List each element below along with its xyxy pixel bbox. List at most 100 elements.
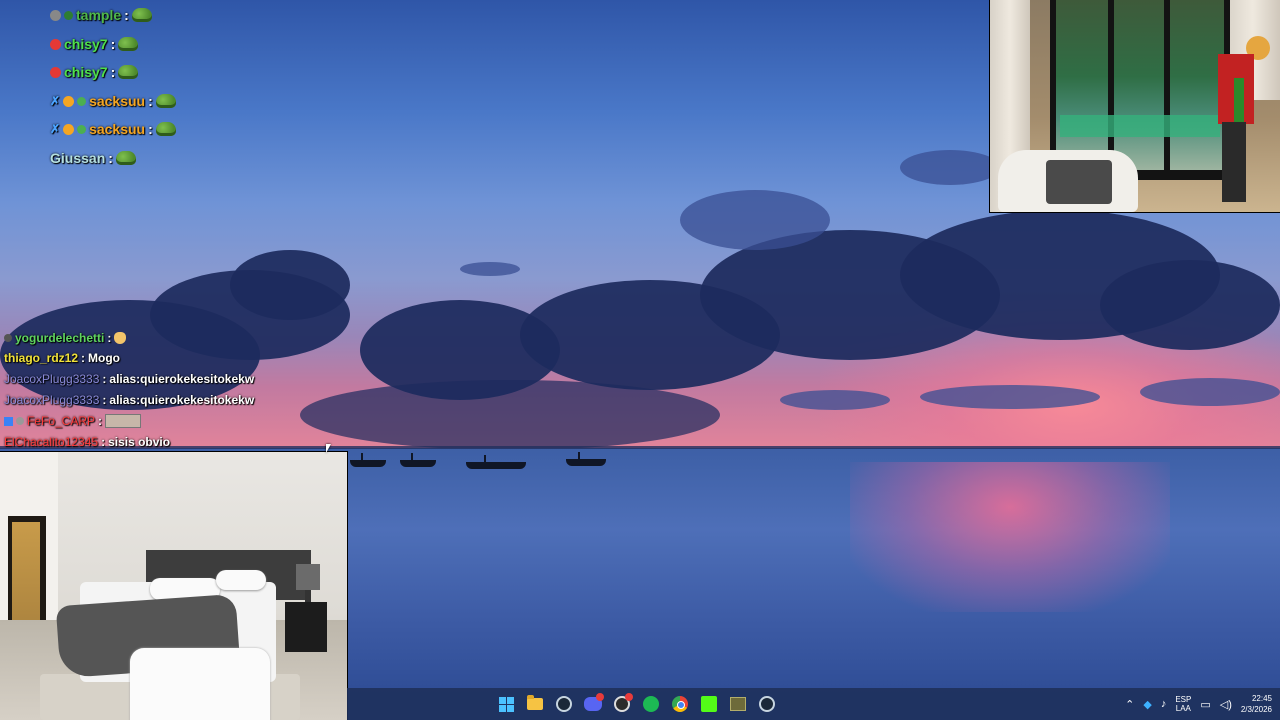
cloud <box>460 262 520 276</box>
badge-icon <box>4 416 13 426</box>
chat-message: Giussan: <box>50 150 136 166</box>
steam-icon <box>556 696 572 712</box>
taskbar: ⌃ ◆ ♪ ESP LAA ▭ ◁) 22:45 2/3/2026 <box>347 688 1280 720</box>
speaker-icon[interactable]: ◁) <box>1220 698 1232 711</box>
badge-icon <box>50 38 61 50</box>
boat <box>466 455 526 469</box>
chat-message: chisy7: <box>50 64 139 80</box>
pepe-emote-icon <box>115 151 136 165</box>
chat-message: yogurdelechetti : <box>4 331 127 345</box>
chat-message: JoacoxPlugg3333: alias:quierokekesitokek… <box>4 393 254 407</box>
chrome-icon <box>672 696 688 712</box>
chat-separator: : <box>148 93 153 109</box>
steam-button[interactable] <box>553 693 575 715</box>
badge-icon <box>77 96 87 106</box>
lamp <box>296 564 320 590</box>
chat-text: Mogo <box>88 351 121 365</box>
sword-badge-icon: ✗ <box>50 122 61 136</box>
pool <box>1060 115 1220 137</box>
badge-icon <box>63 95 75 107</box>
badge-icon <box>77 124 87 134</box>
keyboard-layout: LAA <box>1175 704 1191 713</box>
badge-icon <box>64 10 73 20</box>
chat-separator: : <box>81 351 86 365</box>
cloud <box>300 380 720 450</box>
windows-icon <box>498 696 514 712</box>
kick-button[interactable] <box>698 693 720 715</box>
pillow <box>216 570 266 590</box>
chat-separator: : <box>102 372 107 386</box>
badge-icon <box>63 123 75 135</box>
chat-separator: : <box>110 64 116 80</box>
spotify-button[interactable] <box>640 693 662 715</box>
person-legs <box>1222 122 1246 202</box>
discord-button[interactable] <box>582 693 604 715</box>
chair <box>130 648 270 720</box>
chat-username: JoacoxPlugg3333 <box>4 372 100 386</box>
cloud <box>680 190 830 250</box>
app-button[interactable] <box>727 693 749 715</box>
kick-icon <box>701 696 717 712</box>
sword-badge-icon: ✗ <box>50 94 61 108</box>
chat-separator: : <box>107 331 112 345</box>
pepe-emote-icon <box>118 37 139 51</box>
cloud <box>1140 378 1280 406</box>
chat-message: thiago_rdz12 : Mogo <box>4 351 120 365</box>
pepe-emote-icon <box>155 122 176 136</box>
cloud <box>780 390 890 410</box>
chat-message: JoacoxPlugg3333: alias:quierokekesitokek… <box>4 372 254 386</box>
chat-separator: : <box>108 150 113 166</box>
folder-icon <box>527 695 543 710</box>
boat <box>400 453 436 467</box>
file-explorer-button[interactable] <box>524 693 546 715</box>
notification-badge <box>596 693 604 701</box>
chat-username: sacksuu <box>89 93 146 109</box>
microphone-icon[interactable]: ♪ <box>1161 698 1167 710</box>
network-app-icon[interactable]: ◆ <box>1143 698 1151 711</box>
chat-separator: : <box>110 36 116 52</box>
webcam-feed-top <box>990 0 1280 212</box>
cloud <box>1100 260 1280 350</box>
chat-username: thiago_rdz12 <box>4 351 79 365</box>
chat-username: sacksuu <box>89 121 146 137</box>
badge-icon <box>4 334 12 342</box>
chrome-button[interactable] <box>669 693 691 715</box>
chat-separator: : <box>98 414 103 428</box>
obs-button[interactable] <box>611 693 633 715</box>
system-tray: ⌃ ◆ ♪ ESP LAA ▭ ◁) 22:45 2/3/2026 <box>1125 688 1272 720</box>
chat-separator: : <box>101 435 106 449</box>
clock-time: 22:45 <box>1251 694 1272 703</box>
clock[interactable]: 22:45 2/3/2026 <box>1241 693 1272 715</box>
start-button[interactable] <box>495 693 517 715</box>
chat-text: sisis obvio <box>108 435 171 449</box>
pepe-emote-icon <box>155 94 176 108</box>
chat-separator: : <box>148 121 153 137</box>
steam-button-2[interactable] <box>756 693 778 715</box>
steam-icon <box>759 696 775 712</box>
chat-message: ElChacalito12345 : sisis obvio <box>4 435 170 449</box>
chat-username: FeFo_CARP <box>27 414 96 428</box>
clock-date: 2/3/2026 <box>1240 705 1272 714</box>
chat-message: ✗ sacksuu: <box>50 93 176 109</box>
cloud <box>900 150 1000 185</box>
glass-pane <box>1170 0 1224 170</box>
language-indicator[interactable]: ESP LAA <box>1175 695 1191 713</box>
taskbar-apps <box>495 688 778 720</box>
image-emote-icon <box>105 414 142 428</box>
chat-message: chisy7: <box>50 36 139 52</box>
chat-username: chisy7 <box>64 36 108 52</box>
language-code: ESP <box>1175 695 1192 704</box>
cloud <box>920 385 1100 409</box>
person-arm <box>1234 78 1244 122</box>
chat-message: tample: <box>50 7 152 23</box>
cloud <box>230 250 350 320</box>
chat-text: alias:quierokekesitokekw <box>109 372 255 386</box>
nightstand <box>285 602 327 652</box>
monitor-icon[interactable]: ▭ <box>1200 698 1210 711</box>
chat-username: ElChacalito12345 <box>4 435 99 449</box>
sea-reflection <box>850 462 1170 612</box>
badge-icon <box>16 417 24 425</box>
chat-text: alias:quierokekesitokekw <box>109 393 255 407</box>
chat-username: Giussan <box>50 150 106 166</box>
chevron-up-icon[interactable]: ⌃ <box>1125 698 1134 711</box>
